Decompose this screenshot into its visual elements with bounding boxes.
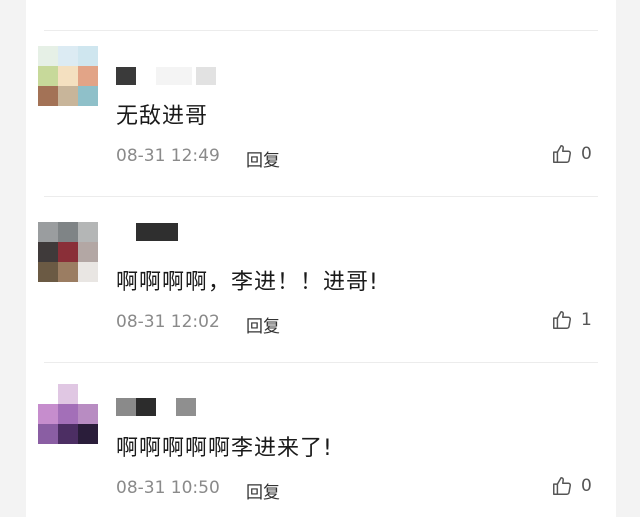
- avatar-tile: [78, 222, 98, 242]
- avatar-tile: [78, 262, 98, 282]
- avatar-tile: [78, 66, 98, 86]
- avatar-tile: [58, 222, 78, 242]
- comment-time: 08-31 12:49: [116, 146, 220, 166]
- avatar-tile: [58, 424, 78, 444]
- like-button[interactable]: 0: [551, 475, 592, 497]
- avatar-tile: [58, 384, 78, 404]
- avatar-tile: [38, 404, 58, 424]
- avatar-tile: [38, 66, 58, 86]
- avatar-tile: [58, 262, 78, 282]
- reply-button[interactable]: 回复: [246, 478, 280, 503]
- comment-text: 无敌进哥: [116, 104, 209, 129]
- comment-text: 啊啊啊啊，李进！！进哥!: [116, 270, 379, 295]
- comment-list: 无敌进哥 08-31 12:49 回复 0 啊啊啊啊，李进！！进哥! 08-31…: [0, 0, 640, 517]
- avatar[interactable]: [38, 222, 98, 282]
- avatar-tile: [58, 46, 78, 66]
- avatar[interactable]: [38, 384, 98, 444]
- like-count: 1: [581, 310, 592, 330]
- thumbs-up-icon: [553, 311, 571, 329]
- comment-time: 08-31 10:50: [116, 478, 220, 498]
- avatar-tile: [58, 404, 78, 424]
- comment-time: 08-31 12:02: [116, 312, 220, 332]
- like-count: 0: [581, 476, 592, 496]
- avatar-tile: [38, 86, 58, 106]
- avatar-tile: [38, 242, 58, 262]
- avatar-tile: [38, 46, 58, 66]
- like-count: 0: [581, 144, 592, 164]
- avatar-tile: [78, 424, 98, 444]
- avatar-tile: [38, 384, 58, 404]
- avatar-tile: [78, 86, 98, 106]
- divider: [44, 30, 598, 31]
- avatar-tile: [78, 242, 98, 262]
- like-button[interactable]: 1: [551, 309, 592, 331]
- avatar-tile: [58, 242, 78, 262]
- avatar-tile: [38, 262, 58, 282]
- comment-text: 啊啊啊啊啊李进来了!: [116, 436, 333, 461]
- avatar-tile: [58, 86, 78, 106]
- avatar-tile: [58, 66, 78, 86]
- like-button[interactable]: 0: [551, 143, 592, 165]
- avatar-tile: [38, 222, 58, 242]
- left-margin: [0, 0, 26, 517]
- reply-button[interactable]: 回复: [246, 312, 280, 337]
- divider: [44, 196, 598, 197]
- thumbs-up-icon: [553, 477, 571, 495]
- avatar-tile: [78, 46, 98, 66]
- avatar[interactable]: [38, 46, 98, 106]
- reply-button[interactable]: 回复: [246, 146, 280, 171]
- avatar-tile: [78, 384, 98, 404]
- avatar-tile: [38, 424, 58, 444]
- right-margin: [616, 0, 640, 517]
- avatar-tile: [78, 404, 98, 424]
- divider: [44, 362, 598, 363]
- thumbs-up-icon: [553, 145, 571, 163]
